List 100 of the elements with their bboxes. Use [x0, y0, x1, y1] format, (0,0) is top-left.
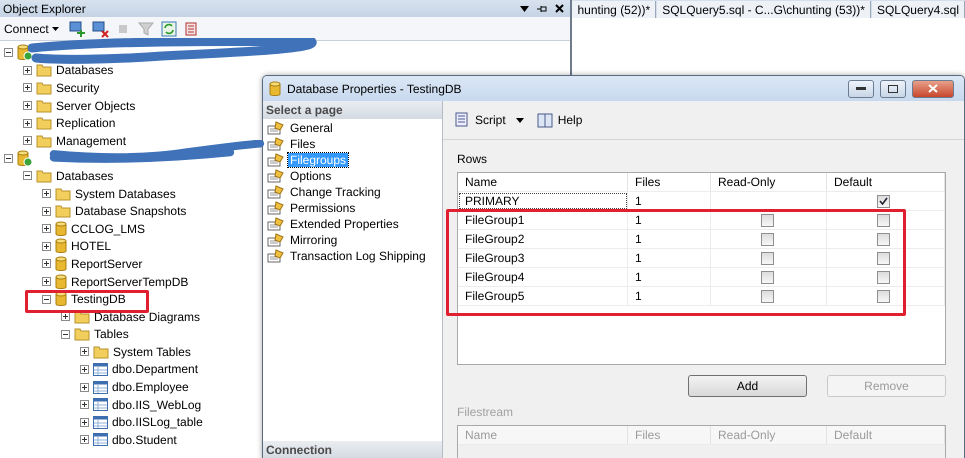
expand-icon[interactable] — [61, 312, 70, 322]
tree-node-label[interactable]: ReportServerTempDB — [71, 274, 188, 289]
tree-node-label[interactable]: System Tables — [113, 344, 191, 359]
page-icon — [267, 233, 285, 247]
tree-node-label[interactable]: Database Diagrams — [94, 310, 200, 324]
connect-server-icon[interactable] — [68, 20, 86, 38]
tree-node-label[interactable]: ReportServer — [71, 256, 142, 271]
table-cell: PRIMARY — [458, 192, 628, 210]
folder-icon — [36, 116, 52, 130]
database-icon — [55, 220, 67, 237]
pin-icon[interactable] — [537, 4, 548, 14]
expand-icon[interactable] — [23, 83, 32, 92]
expand-icon[interactable] — [80, 382, 89, 392]
editor-tab[interactable]: hunting (52))* — [572, 1, 656, 18]
collapse-icon[interactable] — [4, 154, 13, 163]
folder-icon — [36, 168, 52, 183]
collapse-icon[interactable] — [4, 48, 13, 58]
page-item[interactable]: Transaction Log Shipping — [288, 249, 428, 263]
expand-icon[interactable] — [42, 189, 51, 198]
checkbox[interactable] — [761, 214, 774, 226]
tree-node-label[interactable]: TestingDB — [71, 292, 126, 306]
connect-button[interactable]: Connect — [3, 22, 63, 36]
table-icon — [93, 362, 108, 376]
expand-icon[interactable] — [80, 418, 89, 427]
expand-icon[interactable] — [42, 277, 51, 286]
tree-node-label[interactable]: dbo.Department — [112, 362, 198, 376]
checkbox[interactable] — [877, 252, 890, 264]
expand-icon[interactable] — [80, 347, 89, 356]
tree-node-label[interactable]: dbo.IIS_WebLog — [112, 398, 202, 412]
editor-tab[interactable]: SQLQuery5.sql - C...G\chunting (53))* — [657, 1, 871, 18]
expand-icon[interactable] — [23, 118, 32, 128]
help-icon — [536, 111, 554, 129]
disconnect-server-icon[interactable] — [90, 20, 109, 38]
close-icon[interactable] — [555, 4, 564, 13]
checkbox[interactable] — [761, 232, 774, 246]
caret-icon — [516, 118, 524, 122]
expand-icon[interactable] — [23, 66, 32, 75]
tree-node-label[interactable]: Server Objects — [56, 98, 136, 113]
checkbox[interactable] — [761, 252, 774, 264]
dialog-title: Database Properties - TestingDB — [287, 82, 463, 96]
maximize-button[interactable] — [880, 80, 906, 98]
checkbox[interactable] — [761, 270, 774, 284]
pane-header: Connection — [263, 441, 442, 458]
dropdown-icon[interactable] — [520, 6, 530, 12]
checkbox[interactable] — [877, 270, 890, 284]
dialog-button[interactable]: Add — [688, 375, 807, 397]
tree-node-label[interactable]: HOTEL — [71, 239, 112, 254]
minimize-button[interactable] — [848, 80, 874, 98]
folder-icon — [36, 98, 52, 113]
expand-icon[interactable] — [80, 364, 89, 374]
tree-node-label[interactable]: Tables — [94, 327, 129, 342]
checkbox[interactable] — [877, 232, 890, 246]
database-icon — [55, 256, 67, 272]
tree-node-label[interactable]: Databases — [56, 168, 114, 183]
tree-node-label[interactable]: Management — [56, 134, 126, 148]
tree-node-label[interactable]: Databases — [56, 63, 114, 78]
expand-icon[interactable] — [42, 259, 51, 268]
tree-node-label[interactable]: dbo.Employee — [112, 380, 189, 394]
page-item[interactable]: Change Tracking — [288, 185, 383, 199]
expand-icon[interactable] — [42, 224, 51, 234]
refresh-icon[interactable] — [160, 20, 178, 38]
expand-icon[interactable] — [42, 242, 51, 251]
collapse-icon[interactable] — [42, 294, 51, 304]
page-icon — [267, 137, 285, 151]
expand-icon[interactable] — [42, 206, 51, 216]
table-cell: 1 — [628, 268, 711, 286]
tree-node-label[interactable]: CCLOG_LMS — [71, 222, 146, 236]
collapse-icon[interactable] — [61, 330, 70, 339]
table-cell: FileGroup3 — [458, 249, 628, 267]
page-item[interactable]: General — [288, 121, 335, 135]
checkbox[interactable] — [877, 194, 890, 208]
page-item[interactable]: Extended Properties — [288, 217, 401, 231]
checkbox[interactable] — [877, 214, 890, 226]
expand-icon[interactable] — [23, 101, 32, 110]
checkbox[interactable] — [877, 290, 890, 302]
column-header: Default — [827, 426, 945, 444]
help-button[interactable]: Help — [534, 111, 584, 129]
editor-tab[interactable]: SQLQuery4.sql — [872, 1, 965, 18]
page-item[interactable]: Files — [288, 137, 318, 151]
close-button[interactable] — [912, 80, 954, 98]
checkbox[interactable] — [761, 290, 774, 302]
tree-node-label[interactable]: System Databases — [75, 186, 176, 201]
tree-node-label[interactable]: Database Snapshots — [75, 204, 186, 218]
tree-node-label[interactable]: Security — [56, 80, 100, 95]
tree-node-label[interactable]: Replication — [56, 116, 116, 130]
page-item[interactable]: Options — [288, 169, 334, 183]
page-item[interactable]: Mirroring — [288, 233, 340, 247]
folder-icon — [55, 204, 71, 218]
expand-icon[interactable] — [80, 435, 89, 444]
expand-icon[interactable] — [23, 136, 32, 146]
database-icon — [55, 291, 67, 308]
tree-node-label[interactable]: dbo.IISLog_table — [112, 415, 203, 430]
table-icon — [93, 380, 108, 394]
table-cell: 1 — [628, 230, 711, 248]
page-item[interactable]: Permissions — [288, 201, 358, 215]
tree-node-label[interactable]: dbo.Student — [112, 432, 177, 447]
server-icon — [17, 150, 33, 167]
collapse-icon[interactable] — [23, 171, 32, 180]
expand-icon[interactable] — [80, 400, 89, 410]
script-button[interactable]: Script — [451, 111, 526, 129]
